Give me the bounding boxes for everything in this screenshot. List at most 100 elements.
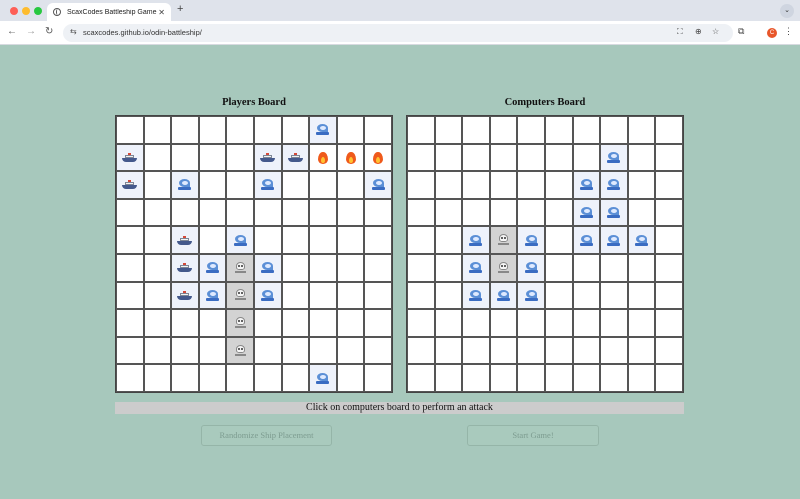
computer-board-cell[interactable] [545,364,573,392]
computer-board-cell[interactable] [462,226,490,254]
computer-board-cell[interactable] [572,364,601,392]
computer-board-cell[interactable] [545,336,573,365]
computer-board-cell[interactable] [600,226,628,254]
computer-board-cell[interactable] [489,198,518,227]
close-tab-icon[interactable]: ✕ [158,8,165,17]
minimize-window-button[interactable] [22,7,30,15]
randomize-ship-placement-button[interactable]: Randomize Ship Placement [201,425,332,446]
computer-board-cell[interactable] [462,281,490,310]
computer-board-cell[interactable] [655,254,683,282]
computer-board-cell[interactable] [627,116,656,144]
computer-board-cell[interactable] [600,281,628,310]
computer-board-cell[interactable] [517,336,545,365]
computer-board-cell[interactable] [489,143,518,172]
computer-board-cell[interactable] [462,364,490,392]
computer-board-cell[interactable] [545,143,573,172]
computer-board-cell[interactable] [489,281,518,310]
computer-board-cell[interactable] [655,116,683,144]
computer-board-cell[interactable] [489,336,518,365]
computer-board-cell[interactable] [434,309,463,337]
computer-board-cell[interactable] [600,336,628,365]
computer-board-cell[interactable] [517,309,545,337]
computer-board-cell[interactable] [572,143,601,172]
computer-board-cell[interactable] [517,198,545,227]
computer-board-cell[interactable] [545,309,573,337]
close-window-button[interactable] [10,7,18,15]
computer-board-cell[interactable] [545,116,573,144]
computer-board-cell[interactable] [489,254,518,282]
address-bar[interactable]: ⇆ scaxcodes.github.io/odin-battleship/ ⛶… [63,24,733,42]
forward-button[interactable]: → [26,26,36,37]
computer-board-cell[interactable] [462,309,490,337]
computer-board-cell[interactable] [545,226,573,254]
reload-button[interactable]: ↻ [45,26,53,37]
computer-board-cell[interactable] [572,254,601,282]
computer-board-cell[interactable] [462,143,490,172]
computer-board-cell[interactable] [572,198,601,227]
computer-board-cell[interactable] [627,281,656,310]
computer-board-cell[interactable] [655,281,683,310]
computer-board-cell[interactable] [517,143,545,172]
computer-board-cell[interactable] [572,171,601,199]
computer-board-cell[interactable] [462,198,490,227]
computer-board-cell[interactable] [517,116,545,144]
computer-board-cell[interactable] [489,309,518,337]
computer-board-cell[interactable] [627,254,656,282]
computer-board-cell[interactable] [434,336,463,365]
computer-board-cell[interactable] [434,198,463,227]
computer-board-cell[interactable] [407,281,435,310]
computer-board-cell[interactable] [434,364,463,392]
computer-board-cell[interactable] [407,364,435,392]
computer-board-cell[interactable] [517,226,545,254]
url-text[interactable]: scaxcodes.github.io/odin-battleship/ [83,28,202,37]
computer-board-cell[interactable] [545,254,573,282]
computer-board-cell[interactable] [627,171,656,199]
computer-board-cell[interactable] [462,254,490,282]
computer-board-cell[interactable] [572,281,601,310]
computer-board-cell[interactable] [545,281,573,310]
computer-board-cell[interactable] [434,143,463,172]
computer-board-cell[interactable] [600,143,628,172]
computer-board-cell[interactable] [434,116,463,144]
computer-board-cell[interactable] [627,143,656,172]
computer-board-cell[interactable] [655,364,683,392]
computer-board-cell[interactable] [407,198,435,227]
computer-board-cell[interactable] [434,254,463,282]
browser-menu-icon[interactable]: ⋮ [784,26,793,37]
computer-board-cell[interactable] [572,336,601,365]
computer-board-cell[interactable] [655,143,683,172]
computer-board-cell[interactable] [627,336,656,365]
translate-icon[interactable]: ⛶ [677,27,683,37]
computer-board-cell[interactable] [600,198,628,227]
profile-avatar[interactable]: C [767,28,777,38]
computer-board-cell[interactable] [489,116,518,144]
computer-board-cell[interactable] [627,309,656,337]
site-info-icon[interactable]: ⇆ [70,27,77,36]
computer-board-cell[interactable] [434,281,463,310]
computer-board-cell[interactable] [407,171,435,199]
computer-board-cell[interactable] [600,116,628,144]
computer-board-cell[interactable] [600,254,628,282]
computer-board-cell[interactable] [407,309,435,337]
maximize-window-button[interactable] [34,7,42,15]
computer-board-cell[interactable] [517,171,545,199]
computer-board-cell[interactable] [489,364,518,392]
zoom-icon[interactable]: ⊕ [695,27,702,36]
bookmark-star-icon[interactable]: ☆ [712,27,719,36]
computer-board-cell[interactable] [655,198,683,227]
computer-board-cell[interactable] [627,226,656,254]
computer-board-cell[interactable] [627,364,656,392]
computer-board-cell[interactable] [407,143,435,172]
computer-board-cell[interactable] [572,309,601,337]
computer-board-cell[interactable] [434,171,463,199]
computer-board-cell[interactable] [600,364,628,392]
computer-board-cell[interactable] [462,336,490,365]
start-game-button[interactable]: Start Game! [467,425,599,446]
computer-board-cell[interactable] [517,254,545,282]
computer-board-cell[interactable] [572,226,601,254]
computer-board-cell[interactable] [407,116,435,144]
computer-board-cell[interactable] [407,336,435,365]
computer-board-cell[interactable] [545,198,573,227]
computer-board-cell[interactable] [434,226,463,254]
tab-search-button[interactable]: ⌄ [780,4,794,18]
